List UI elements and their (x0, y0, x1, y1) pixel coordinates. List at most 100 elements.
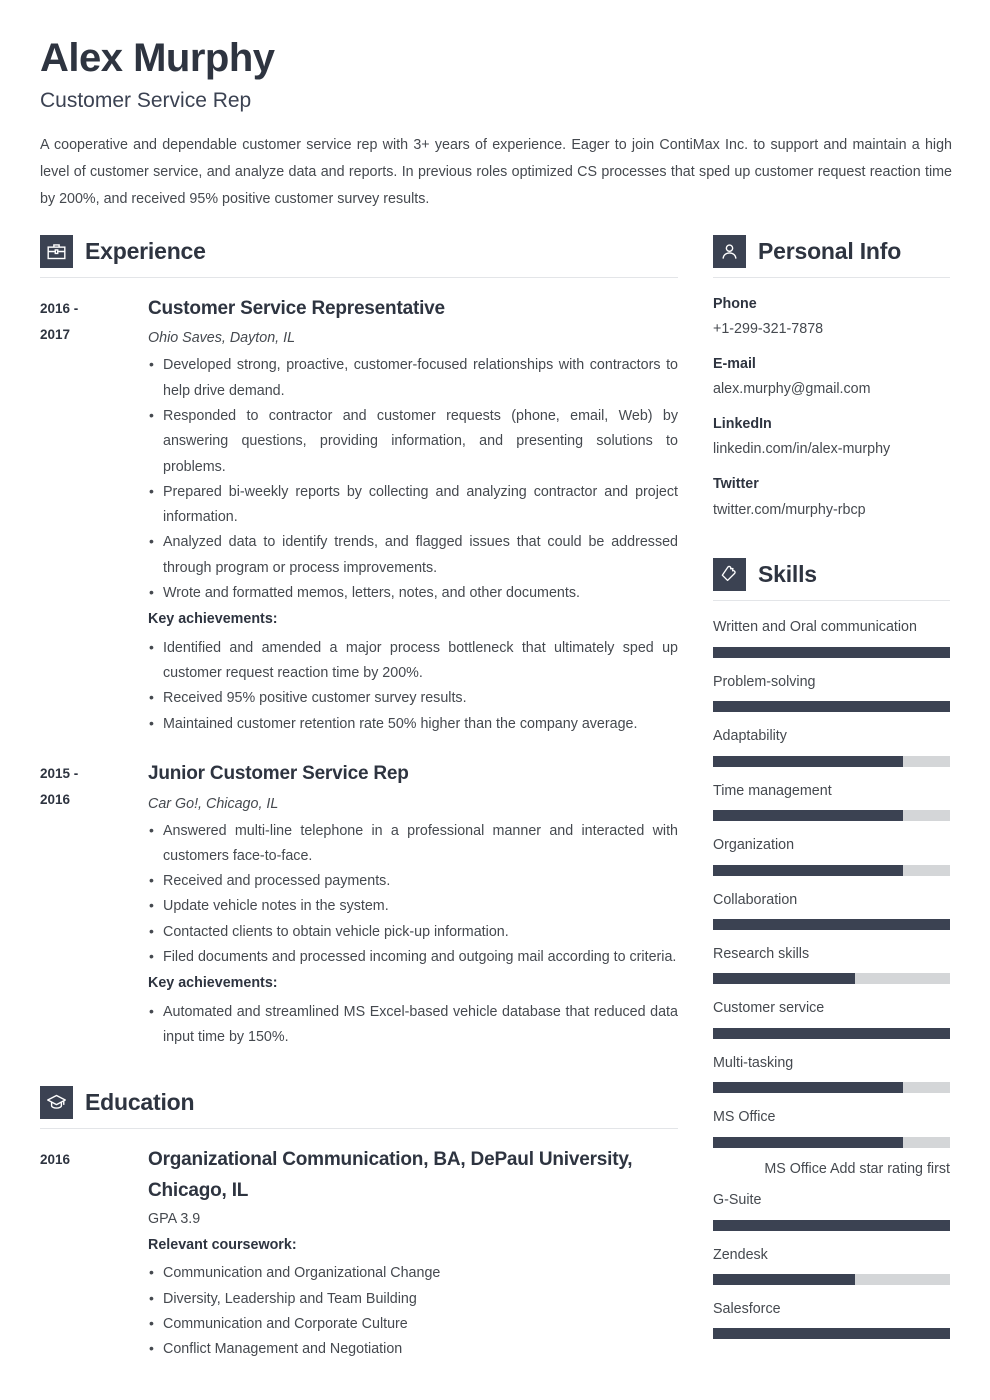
personal-info-list: Phone +1-299-321-7878 E-mail alex.murphy@gm… (713, 294, 950, 521)
list-item: Update vehicle notes in the system. (148, 893, 678, 919)
skill-row: Customer service (713, 998, 950, 1039)
sidebar-column: Personal Info Phone +1-299-321-7878 E-mail… (713, 234, 950, 1354)
skill-bar-fill (713, 1274, 856, 1286)
skill-bar-fill (713, 701, 950, 713)
skill-row: Problem-solving (713, 672, 950, 713)
section-header-personal-info: Personal Info (713, 234, 950, 268)
graduation-cap-icon (40, 1086, 73, 1120)
page-title: Alex Murphy (40, 36, 275, 80)
entry-job-title: Junior Customer Service Rep (148, 762, 409, 784)
list-item: Contacted clients to obtain vehicle pick… (148, 919, 678, 945)
puzzle-piece-icon (713, 558, 746, 592)
list-item: Identified and amended a major process b… (148, 635, 678, 687)
section-divider-experience (40, 276, 678, 278)
skill-bar-track (713, 755, 950, 767)
skill-row: Salesforce (713, 1299, 950, 1340)
entry-spacer (40, 741, 678, 759)
skill-bar-track (713, 1027, 950, 1039)
body-columns: Experience 2016 -2017 Customer Service Re… (40, 234, 950, 1367)
skill-bar-fill (713, 1136, 903, 1148)
briefcase-icon (40, 234, 73, 268)
skill-bar-fill (713, 755, 903, 767)
duties-list: Answered multi-line telephone in a profe… (148, 818, 678, 971)
education-entry: 2016 Organizational Communication, BA, De… (40, 1145, 678, 1362)
resume-page: Alex Murphy Customer Service Rep A coope… (0, 0, 990, 1400)
skill-bar-fill (713, 1328, 950, 1340)
coursework-list: Communication and Organizational ChangeD… (148, 1260, 678, 1362)
skill-bar-track (713, 1082, 950, 1094)
info-value-twitter[interactable]: twitter.com/murphy-rbcp (713, 500, 950, 521)
skill-bar-track (713, 646, 950, 658)
list-item: Wrote and formatted memos, letters, note… (148, 580, 678, 606)
section-title-personal-info: Personal Info (758, 237, 902, 264)
info-label-linkedin: LinkedIn (713, 416, 772, 433)
skill-row: Written and Oral communication (713, 617, 950, 658)
skill-bar-track (713, 973, 950, 985)
entry-company: Ohio Saves, Dayton, IL (148, 330, 296, 347)
entry-body: Junior Customer Service Rep Car Go!, Chic… (148, 759, 678, 1050)
skill-row: Organization (713, 835, 950, 876)
skill-name: Multi-tasking (713, 1054, 794, 1071)
skill-name: Time management (713, 782, 832, 799)
skill-bar-track (713, 1136, 950, 1148)
list-item: Filed documents and processed incoming a… (148, 944, 678, 970)
info-value-phone[interactable]: +1-299-321-7878 (713, 319, 950, 340)
list-item: Communication and Organizational Change (148, 1260, 678, 1286)
skill-bar-track (713, 1274, 950, 1286)
list-item: Conflict Management and Negotiation (148, 1336, 678, 1362)
entry-gpa: GPA 3.9 (148, 1210, 201, 1227)
entry-date: 2016 -2017 (40, 300, 79, 342)
skill-name: Customer service (713, 1000, 825, 1017)
achievements-label: Key achievements: (148, 975, 278, 992)
info-value-e-mail[interactable]: alex.murphy@gmail.com (713, 379, 950, 400)
achievements-list: Automated and streamlined MS Excel-based… (148, 999, 678, 1051)
skills-section: Skills Written and Oral communication Pro… (713, 558, 950, 1340)
skill-bar-fill (713, 1027, 950, 1039)
skill-row: Collaboration (713, 890, 950, 930)
experience-entry: 2015 -2016 Junior Customer Service Rep Car… (40, 759, 678, 1050)
skill-row: Adaptability (713, 726, 950, 767)
entry-company: Car Go!, Chicago, IL (148, 795, 279, 812)
skill-row: MS Office (713, 1107, 950, 1148)
skill-bar-fill (713, 864, 903, 876)
section-divider-education (40, 1128, 678, 1130)
skill-name: Written and Oral communication (713, 619, 917, 636)
list-item: Diversity, Leadership and Team Building (148, 1286, 678, 1312)
skill-name: Collaboration (713, 891, 798, 908)
list-item: Received 95% positive customer survey re… (148, 685, 678, 711)
skill-bar-track (713, 1219, 950, 1231)
professional-summary: A cooperative and dependable customer se… (40, 137, 952, 207)
skill-name: Research skills (713, 945, 810, 962)
person-icon (713, 234, 746, 268)
section-divider-personal-info (713, 276, 950, 278)
resume-header: Alex Murphy Customer Service Rep A coope… (40, 36, 952, 213)
info-label-twitter: Twitter (713, 476, 759, 493)
list-item: Prepared bi-weekly reports by collecting… (148, 479, 678, 531)
info-label-phone: Phone (713, 295, 757, 312)
list-item: Responded to contractor and customer req… (148, 403, 678, 480)
skill-row: G-Suite (713, 1190, 950, 1231)
skill-name: Adaptability (713, 728, 787, 745)
list-item: Developed strong, proactive, customer-fo… (148, 352, 678, 404)
section-header-education: Education (40, 1086, 678, 1120)
skill-bar-fill (713, 1082, 903, 1094)
entry-spacer (40, 1054, 678, 1072)
entry-date: 2015 -2016 (40, 765, 79, 807)
section-title-skills: Skills (758, 561, 817, 588)
skill-bar-track (713, 864, 950, 876)
skill-row: Research skills (713, 944, 950, 985)
coursework-label: Relevant coursework: (148, 1236, 297, 1253)
achievements-list: Identified and amended a major process b… (148, 635, 678, 737)
info-value-linkedin[interactable]: linkedin.com/in/alex-murphy (713, 439, 950, 460)
entry-degree: Organizational Communication, BA, DePaul… (148, 1149, 633, 1202)
list-item: Analyzed data to identify trends, and fl… (148, 529, 678, 581)
skill-bar-track (713, 810, 950, 822)
skills-list: Written and Oral communication Problem-so… (713, 617, 950, 1340)
section-header-experience: Experience (40, 234, 678, 268)
skill-name: Organization (713, 837, 795, 854)
list-item: Answered multi-line telephone in a profe… (148, 818, 678, 870)
section-title-education: Education (85, 1089, 195, 1116)
entry-date: 2016 (40, 1152, 71, 1168)
skill-name: Problem-solving (713, 673, 816, 690)
skill-row: Time management (713, 781, 950, 822)
